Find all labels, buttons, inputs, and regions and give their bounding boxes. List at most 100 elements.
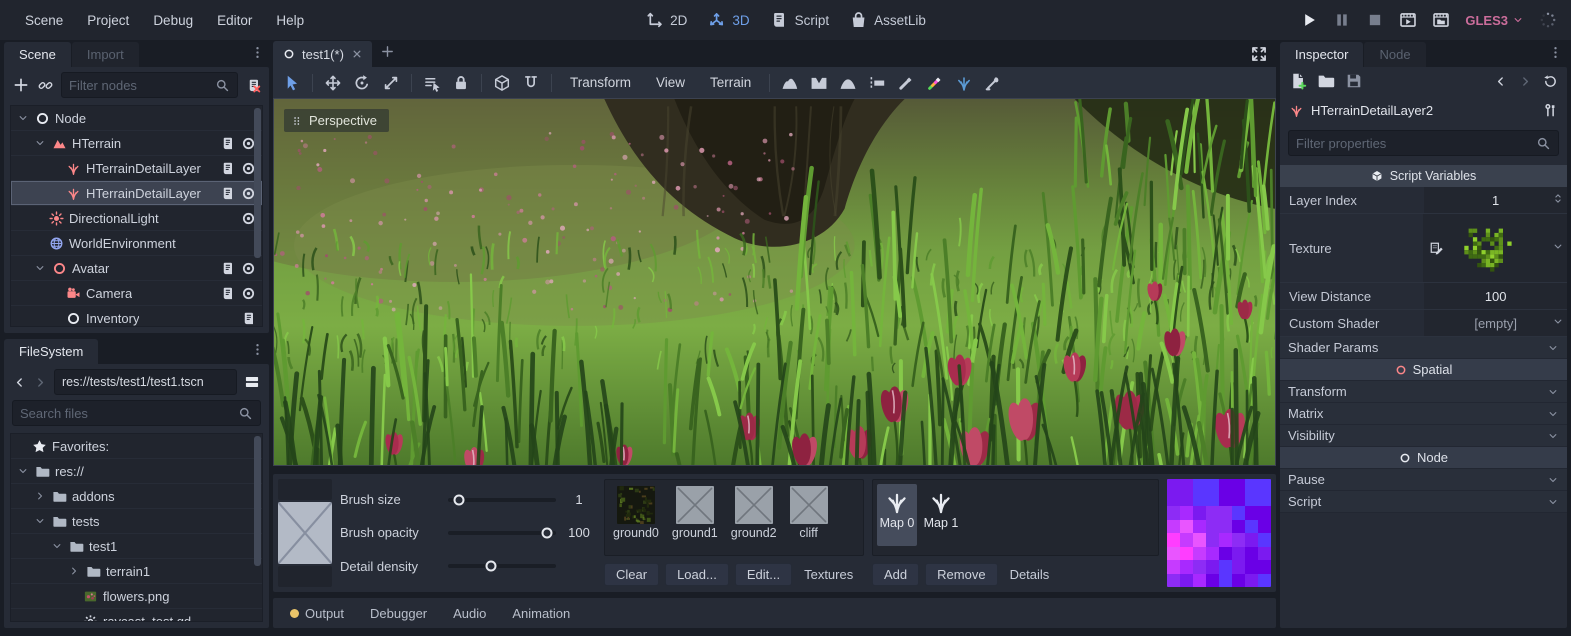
property-value-custom-shader[interactable]: [empty] (1424, 310, 1567, 336)
slider-track-brush-opacity[interactable] (448, 531, 556, 535)
filesystem-menu-icon[interactable] (250, 342, 265, 357)
menu-project[interactable]: Project (76, 8, 140, 33)
terrain-flatten-tool-icon[interactable] (868, 74, 886, 92)
terrain-erode-tool-icon[interactable] (984, 74, 1002, 92)
property-value-layer-index[interactable]: 1 (1424, 187, 1567, 213)
detail-map-map-1[interactable]: Map 1 (921, 484, 961, 546)
filesystem-tree-scrollbar[interactable] (254, 436, 261, 566)
property-value-texture[interactable] (1423, 214, 1567, 282)
expander-icon[interactable] (34, 515, 46, 527)
visibility-toggle-icon[interactable] (241, 286, 256, 301)
select-tool-icon[interactable] (283, 74, 301, 92)
filesystem-tree-row-addons[interactable]: addons (11, 484, 262, 509)
workspace-tab-assetlib[interactable]: AssetLib (849, 11, 926, 29)
load-resource-button-icon[interactable] (1317, 72, 1335, 90)
snap-button-icon[interactable] (522, 74, 540, 92)
workspace-tab-3d[interactable]: 3D (707, 11, 749, 29)
workspace-tab-script[interactable]: Script (770, 11, 830, 29)
filesystem-tree-row-raycast-test-gd[interactable]: raycast_test.gd (11, 609, 262, 622)
load-button[interactable]: Load... (665, 563, 729, 586)
scene-tree-row-camera[interactable]: Camera (11, 281, 262, 306)
texture-slot-ground2[interactable]: ground2 (731, 486, 777, 540)
slider-grabber[interactable] (453, 494, 464, 505)
filesystem-tree-row-favorites[interactable]: Favorites: (11, 434, 262, 459)
attached-script-icon[interactable] (241, 311, 256, 326)
filesystem-tree-row-res[interactable]: res:// (11, 459, 262, 484)
object-history-icon[interactable] (1543, 74, 1558, 89)
bottom-tab-output[interactable]: Output (279, 602, 355, 625)
scene-tree-row-node[interactable]: Node (11, 106, 262, 131)
terrain-paint-tool-icon[interactable] (897, 74, 915, 92)
value-stepper-icon[interactable] (1552, 193, 1564, 205)
terrain-smooth-tool-icon[interactable] (839, 74, 857, 92)
tab-scene[interactable]: Scene (4, 42, 71, 67)
brush-cell-top[interactable] (278, 479, 332, 500)
tab-node[interactable]: Node (1364, 42, 1425, 67)
property-value-view-distance[interactable]: 100 (1424, 283, 1567, 309)
section-shader-params[interactable]: Shader Params (1280, 337, 1567, 359)
nav-forward-icon[interactable] (33, 375, 48, 390)
update-spinner-icon[interactable] (1539, 11, 1557, 29)
attached-script-icon[interactable] (220, 186, 235, 201)
current-path-field[interactable]: res://tests/test1/test1.tscn (54, 369, 237, 395)
terrain-raise-tool-icon[interactable] (781, 74, 799, 92)
remove-map-button[interactable]: Remove (925, 563, 997, 586)
scene-tree-row-hterrain[interactable]: HTerrain (11, 131, 262, 156)
scene-tree-row-avatar[interactable]: Avatar (11, 256, 262, 281)
menu-help[interactable]: Help (265, 8, 315, 33)
scene-tree-row-worldenvironment[interactable]: WorldEnvironment (11, 231, 262, 256)
group-node-button-icon[interactable] (493, 74, 511, 92)
save-resource-button-icon[interactable] (1345, 72, 1363, 90)
expander-icon[interactable] (51, 540, 63, 552)
texture-preview[interactable] (1460, 220, 1516, 276)
new-scene-tab-icon[interactable] (380, 44, 395, 59)
filesystem-tree-row-flowers-png[interactable]: flowers.png (11, 584, 262, 609)
filesystem-tree-row-tests[interactable]: tests (11, 509, 262, 534)
section-pause[interactable]: Pause (1280, 469, 1567, 491)
menu-transform[interactable]: Transform (563, 73, 638, 92)
instance-scene-button-icon[interactable] (38, 78, 53, 93)
slider-grabber[interactable] (542, 527, 553, 538)
attached-script-icon[interactable] (220, 161, 235, 176)
detail-map-map-0[interactable]: Map 0 (877, 484, 917, 546)
perspective-menu[interactable]: Perspective (284, 109, 389, 132)
history-forward-icon[interactable] (1518, 74, 1533, 89)
brush-shape-preview[interactable] (278, 502, 332, 564)
bottom-tab-animation[interactable]: Animation (501, 602, 581, 625)
texture-dropdown-icon[interactable] (1552, 241, 1564, 253)
add-map-button[interactable]: Add (872, 563, 919, 586)
workspace-tab-2d[interactable]: 2D (645, 11, 687, 29)
expander-icon[interactable] (17, 112, 29, 124)
section-transform[interactable]: Transform (1280, 381, 1567, 403)
expander-icon[interactable] (68, 565, 80, 577)
filesystem-tree-row-test1[interactable]: test1 (11, 534, 262, 559)
play-custom-scene-button-icon[interactable] (1432, 11, 1450, 29)
expander-icon[interactable] (34, 262, 46, 274)
bottom-tab-audio[interactable]: Audio (442, 602, 497, 625)
texture-slot-ground0[interactable]: ground0 (613, 486, 659, 540)
slider-track-detail-density[interactable] (448, 564, 556, 568)
attached-script-icon[interactable] (220, 261, 235, 276)
tab-filesystem[interactable]: FileSystem (4, 339, 98, 364)
close-scene-tab-icon[interactable] (351, 48, 363, 60)
tab-inspector[interactable]: Inspector (1280, 42, 1363, 67)
attached-script-icon[interactable] (220, 136, 235, 151)
terrain-detail-paint-tool-icon[interactable] (955, 74, 973, 92)
expander-icon[interactable] (17, 465, 29, 477)
add-node-button-icon[interactable] (12, 76, 30, 94)
edit-texture-button-icon[interactable] (1429, 241, 1444, 256)
scene-tree-row-hterraindetaillayer[interactable]: HTerrainDetailLayer (11, 156, 262, 181)
section-visibility[interactable]: Visibility (1280, 425, 1567, 447)
menu-terrain[interactable]: Terrain (703, 73, 758, 92)
brush-cell-bottom[interactable] (278, 566, 332, 587)
move-tool-icon[interactable] (324, 74, 342, 92)
filesystem-tree-row-terrain1[interactable]: terrain1 (11, 559, 262, 584)
bottom-tab-debugger[interactable]: Debugger (359, 602, 438, 625)
pause-button-icon[interactable] (1333, 11, 1351, 29)
filter-nodes-input[interactable]: Filter nodes (61, 72, 238, 98)
menu-debug[interactable]: Debug (142, 8, 204, 33)
scene-tree-row-hterraindetaillayer[interactable]: HTerrainDetailLayer (11, 181, 262, 206)
tab-import[interactable]: Import (72, 42, 139, 67)
toggle-split-mode-icon[interactable] (243, 373, 261, 391)
shader-dropdown-icon[interactable] (1552, 316, 1564, 328)
